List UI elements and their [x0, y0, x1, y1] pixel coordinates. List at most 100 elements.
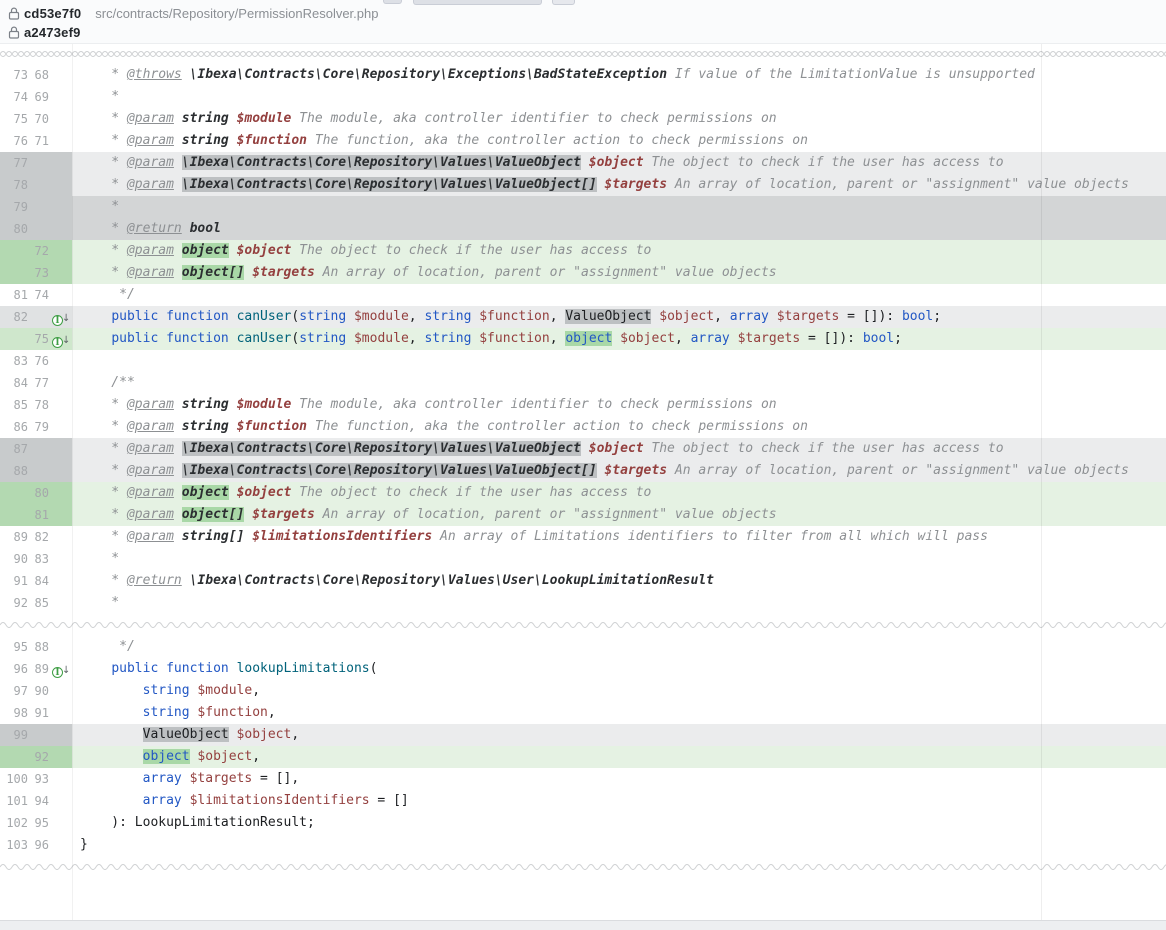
code-token: $object	[237, 243, 292, 258]
code-line[interactable]: object $object,	[72, 746, 1166, 768]
diff-row: 79 *	[0, 196, 1166, 218]
code-line[interactable]: * @param \Ibexa\Contracts\Core\Repositor…	[72, 152, 1166, 174]
gutter-icon-cell	[49, 746, 72, 768]
code-line[interactable]: *	[72, 592, 1166, 614]
code-line[interactable]: string $function,	[72, 702, 1166, 724]
code-line[interactable]: * @param \Ibexa\Contracts\Core\Repositor…	[72, 460, 1166, 482]
line-number-old: 103	[0, 834, 28, 856]
code-line[interactable]: * @return bool	[72, 218, 1166, 240]
code-token: *	[80, 551, 119, 566]
code-token: function	[166, 331, 229, 346]
code-line[interactable]: * @param \Ibexa\Contracts\Core\Repositor…	[72, 174, 1166, 196]
code-line[interactable]	[72, 350, 1166, 372]
code-token: $limitationsIdentifiers	[190, 793, 370, 808]
gutter: 9891	[0, 702, 72, 724]
code-line[interactable]: ): LookupLimitationResult;	[72, 812, 1166, 834]
code-token: $function	[479, 331, 549, 346]
line-number-new: 69	[28, 86, 49, 108]
code-line[interactable]: * @param string[] $limitationsIdentifier…	[72, 526, 1166, 548]
code-line[interactable]: * @param string $function The function, …	[72, 130, 1166, 152]
code-line[interactable]: public function canUser(string $module, …	[72, 306, 1166, 328]
line-number-old: 80	[0, 218, 28, 240]
code-token	[158, 661, 166, 676]
code-line[interactable]: *	[72, 86, 1166, 108]
line-number-new: 89	[28, 658, 49, 680]
code-line[interactable]: *	[72, 548, 1166, 570]
gutter-icon-cell	[49, 526, 72, 548]
changed-word: object	[182, 243, 229, 258]
lock-icon	[8, 26, 20, 39]
code-line[interactable]: array $targets = [],	[72, 768, 1166, 790]
line-number-old: 73	[0, 64, 28, 86]
code-token: @param	[127, 419, 174, 434]
code-line[interactable]: }	[72, 834, 1166, 856]
code-token: array	[691, 331, 730, 346]
gutter-icon-cell	[49, 438, 72, 460]
code-token: The module, aka controller identifier to…	[291, 397, 776, 412]
code-token	[229, 111, 237, 126]
code-line[interactable]: * @param string $module The module, aka …	[72, 108, 1166, 130]
code-token: @param	[127, 177, 174, 192]
code-token: $object	[620, 331, 675, 346]
code-line[interactable]: * @param string $function The function, …	[72, 416, 1166, 438]
code-line[interactable]: public function lookupLimitations(	[72, 658, 1166, 680]
code-token: @return	[127, 221, 182, 236]
code-token: public	[111, 309, 158, 324]
code-line[interactable]: */	[72, 636, 1166, 658]
code-token: string	[182, 111, 229, 126]
line-number-new: 84	[28, 570, 49, 592]
code-token: }	[80, 837, 88, 852]
collapsed-region-separator[interactable]	[0, 614, 1166, 636]
collapsed-region-separator[interactable]	[0, 856, 1166, 878]
code-line[interactable]: /**	[72, 372, 1166, 394]
code-line[interactable]: * @throws \Ibexa\Contracts\Core\Reposito…	[72, 64, 1166, 86]
code-line[interactable]: * @param string $module The module, aka …	[72, 394, 1166, 416]
line-number-new	[28, 724, 49, 746]
code-line[interactable]: * @return \Ibexa\Contracts\Core\Reposito…	[72, 570, 1166, 592]
code-line[interactable]: *	[72, 196, 1166, 218]
diff-row: 10396}	[0, 834, 1166, 856]
gutter-icon-cell	[49, 482, 72, 504]
gutter-icon-cell: I↓	[49, 328, 72, 350]
code-token	[769, 309, 777, 324]
code-line[interactable]: */	[72, 284, 1166, 306]
line-number-new: 79	[28, 416, 49, 438]
code-line[interactable]: * @param object $object The object to ch…	[72, 240, 1166, 262]
code-token: An array of Limitations identifiers to f…	[432, 529, 988, 544]
code-line[interactable]: public function canUser(string $module, …	[72, 328, 1166, 350]
gutter: 72	[0, 240, 72, 262]
code-token: $function	[479, 309, 549, 324]
gutter-icon-cell	[49, 196, 72, 218]
code-token: *	[80, 507, 127, 522]
gutter-icon-cell	[49, 724, 72, 746]
gutter-icon-cell	[49, 504, 72, 526]
code-line[interactable]: * @param object $object The object to ch…	[72, 482, 1166, 504]
gutter: 9689I↓	[0, 658, 72, 680]
gutter-icon-cell	[49, 262, 72, 284]
editor-empty-area	[0, 878, 1166, 920]
diff-row: 80 * @return bool	[0, 218, 1166, 240]
code-line[interactable]: array $limitationsIdentifiers = []	[72, 790, 1166, 812]
file-path: src/contracts/Repository/PermissionResol…	[95, 6, 378, 21]
code-token: @param	[127, 507, 174, 522]
code-line[interactable]: * @param \Ibexa\Contracts\Core\Repositor…	[72, 438, 1166, 460]
code-token	[174, 463, 182, 478]
gutter-icon-cell	[49, 592, 72, 614]
code-line[interactable]: ValueObject $object,	[72, 724, 1166, 746]
collapsed-region-separator[interactable]	[0, 44, 1166, 64]
line-number-old: 84	[0, 372, 28, 394]
code-token: array	[143, 771, 182, 786]
code-line[interactable]: * @param object[] $targets An array of l…	[72, 262, 1166, 284]
diff-row: 9588 */	[0, 636, 1166, 658]
code-token: @param	[127, 463, 174, 478]
code-line[interactable]: string $module,	[72, 680, 1166, 702]
code-token: $object	[589, 155, 644, 170]
code-line[interactable]: * @param object[] $targets An array of l…	[72, 504, 1166, 526]
code-token	[80, 661, 111, 676]
code-token: An array of location, parent or "assignm…	[667, 177, 1129, 192]
code-token: $object	[237, 727, 292, 742]
diff-row: 81 * @param object[] $targets An array o…	[0, 504, 1166, 526]
line-number-old	[0, 746, 28, 768]
changed-word: \Ibexa\Contracts\Core\Repository\Values\…	[182, 177, 597, 192]
cropped-toolbar-remnant	[413, 0, 542, 5]
